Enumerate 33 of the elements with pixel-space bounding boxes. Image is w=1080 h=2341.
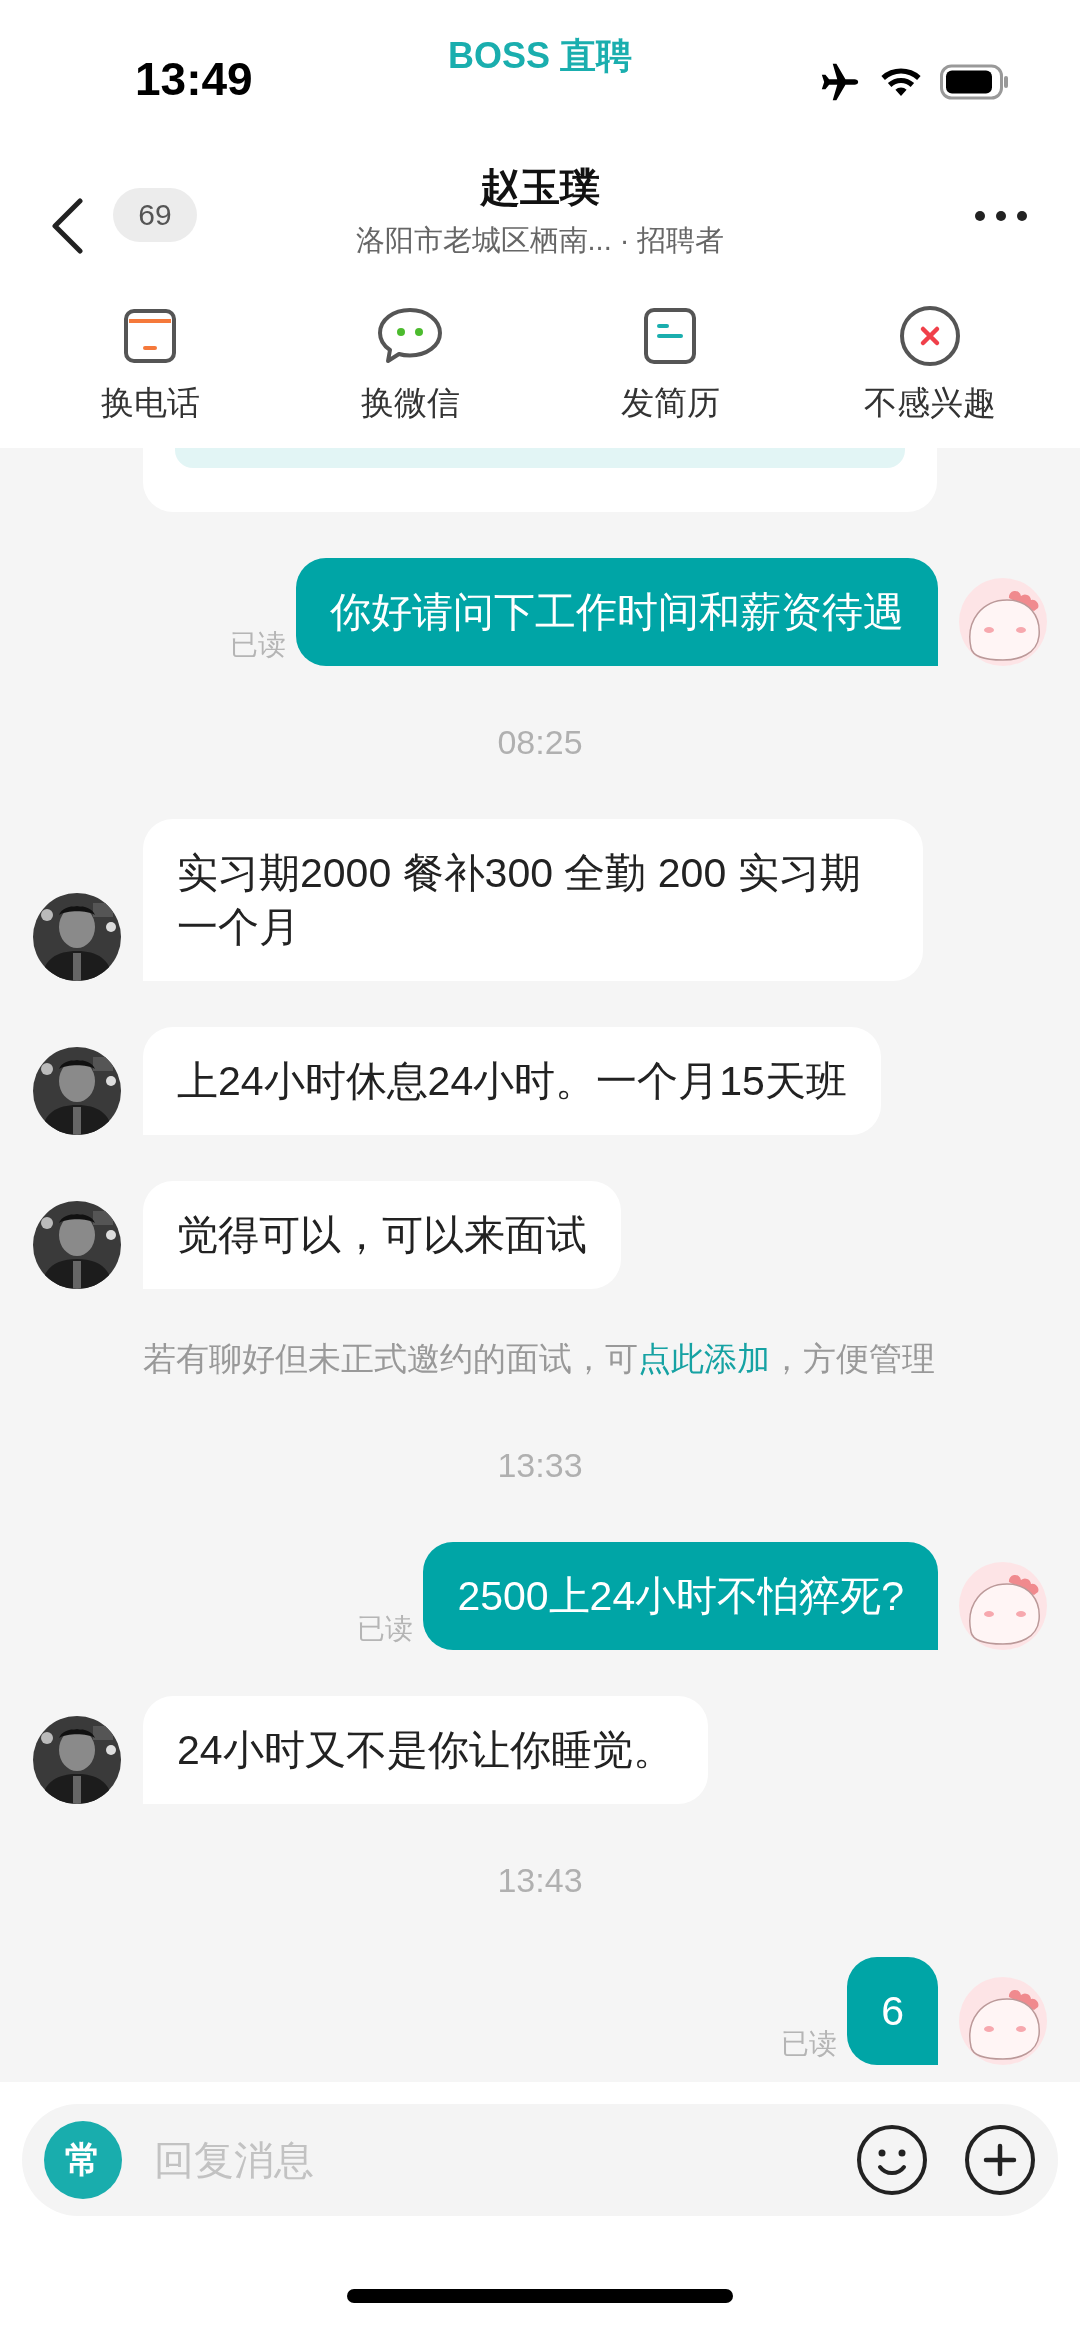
message-bubble: 6 — [847, 1957, 938, 2065]
hint-text: 若有聊好但未正式邀约的面试，可点此添加，方便管理 — [143, 1339, 936, 1379]
add-icon[interactable] — [964, 2124, 1036, 2196]
close-circle-icon — [899, 305, 961, 367]
action-button[interactable]: 换微信 — [310, 290, 510, 448]
back-icon[interactable] — [50, 198, 84, 254]
read-status: 已读 — [230, 628, 286, 662]
timestamp: 13:33 — [496, 1446, 584, 1485]
message-bubble: 实习期2000 餐补300 全勤 200 实习期一个月 — [143, 819, 923, 981]
message-bubble: 觉得可以，可以来面试 — [143, 1181, 621, 1289]
read-status: 已读 — [781, 2027, 838, 2061]
action-button[interactable]: 发简历 — [570, 290, 770, 448]
more-icon[interactable] — [974, 210, 1028, 222]
unread-count-badge[interactable]: 69 — [113, 188, 197, 242]
read-status: 已读 — [357, 1612, 414, 1646]
chat-bubble-icon — [377, 307, 443, 365]
app-logo: BOSS 直聘 — [448, 34, 632, 78]
battery-icon — [940, 64, 1010, 100]
wifi-icon — [880, 66, 922, 98]
message-bubble: 24小时又不是你让你睡觉。 — [143, 1696, 708, 1804]
message-bubble: 你好请问下工作时间和薪资待遇 — [296, 558, 938, 666]
action-button[interactable]: 不感兴趣 — [830, 290, 1030, 448]
phone-card-icon — [123, 308, 177, 364]
document-icon — [643, 307, 697, 365]
message-bubble: 上24小时休息24小时。一个月15天班 — [143, 1027, 881, 1135]
emoji-icon[interactable] — [856, 2124, 928, 2196]
timestamp: 13:43 — [496, 1861, 584, 1900]
contact-subtitle: 洛阳市老城区栖南... · 招聘者 — [355, 223, 725, 258]
clock-time: 13:49 — [135, 52, 253, 106]
timestamp: 08:25 — [496, 723, 584, 762]
message-bubble: 2500上24小时不怕猝死? — [423, 1542, 938, 1650]
contact-name: 赵玉璞 — [480, 164, 600, 211]
action-button[interactable]: 换电话 — [50, 290, 250, 448]
